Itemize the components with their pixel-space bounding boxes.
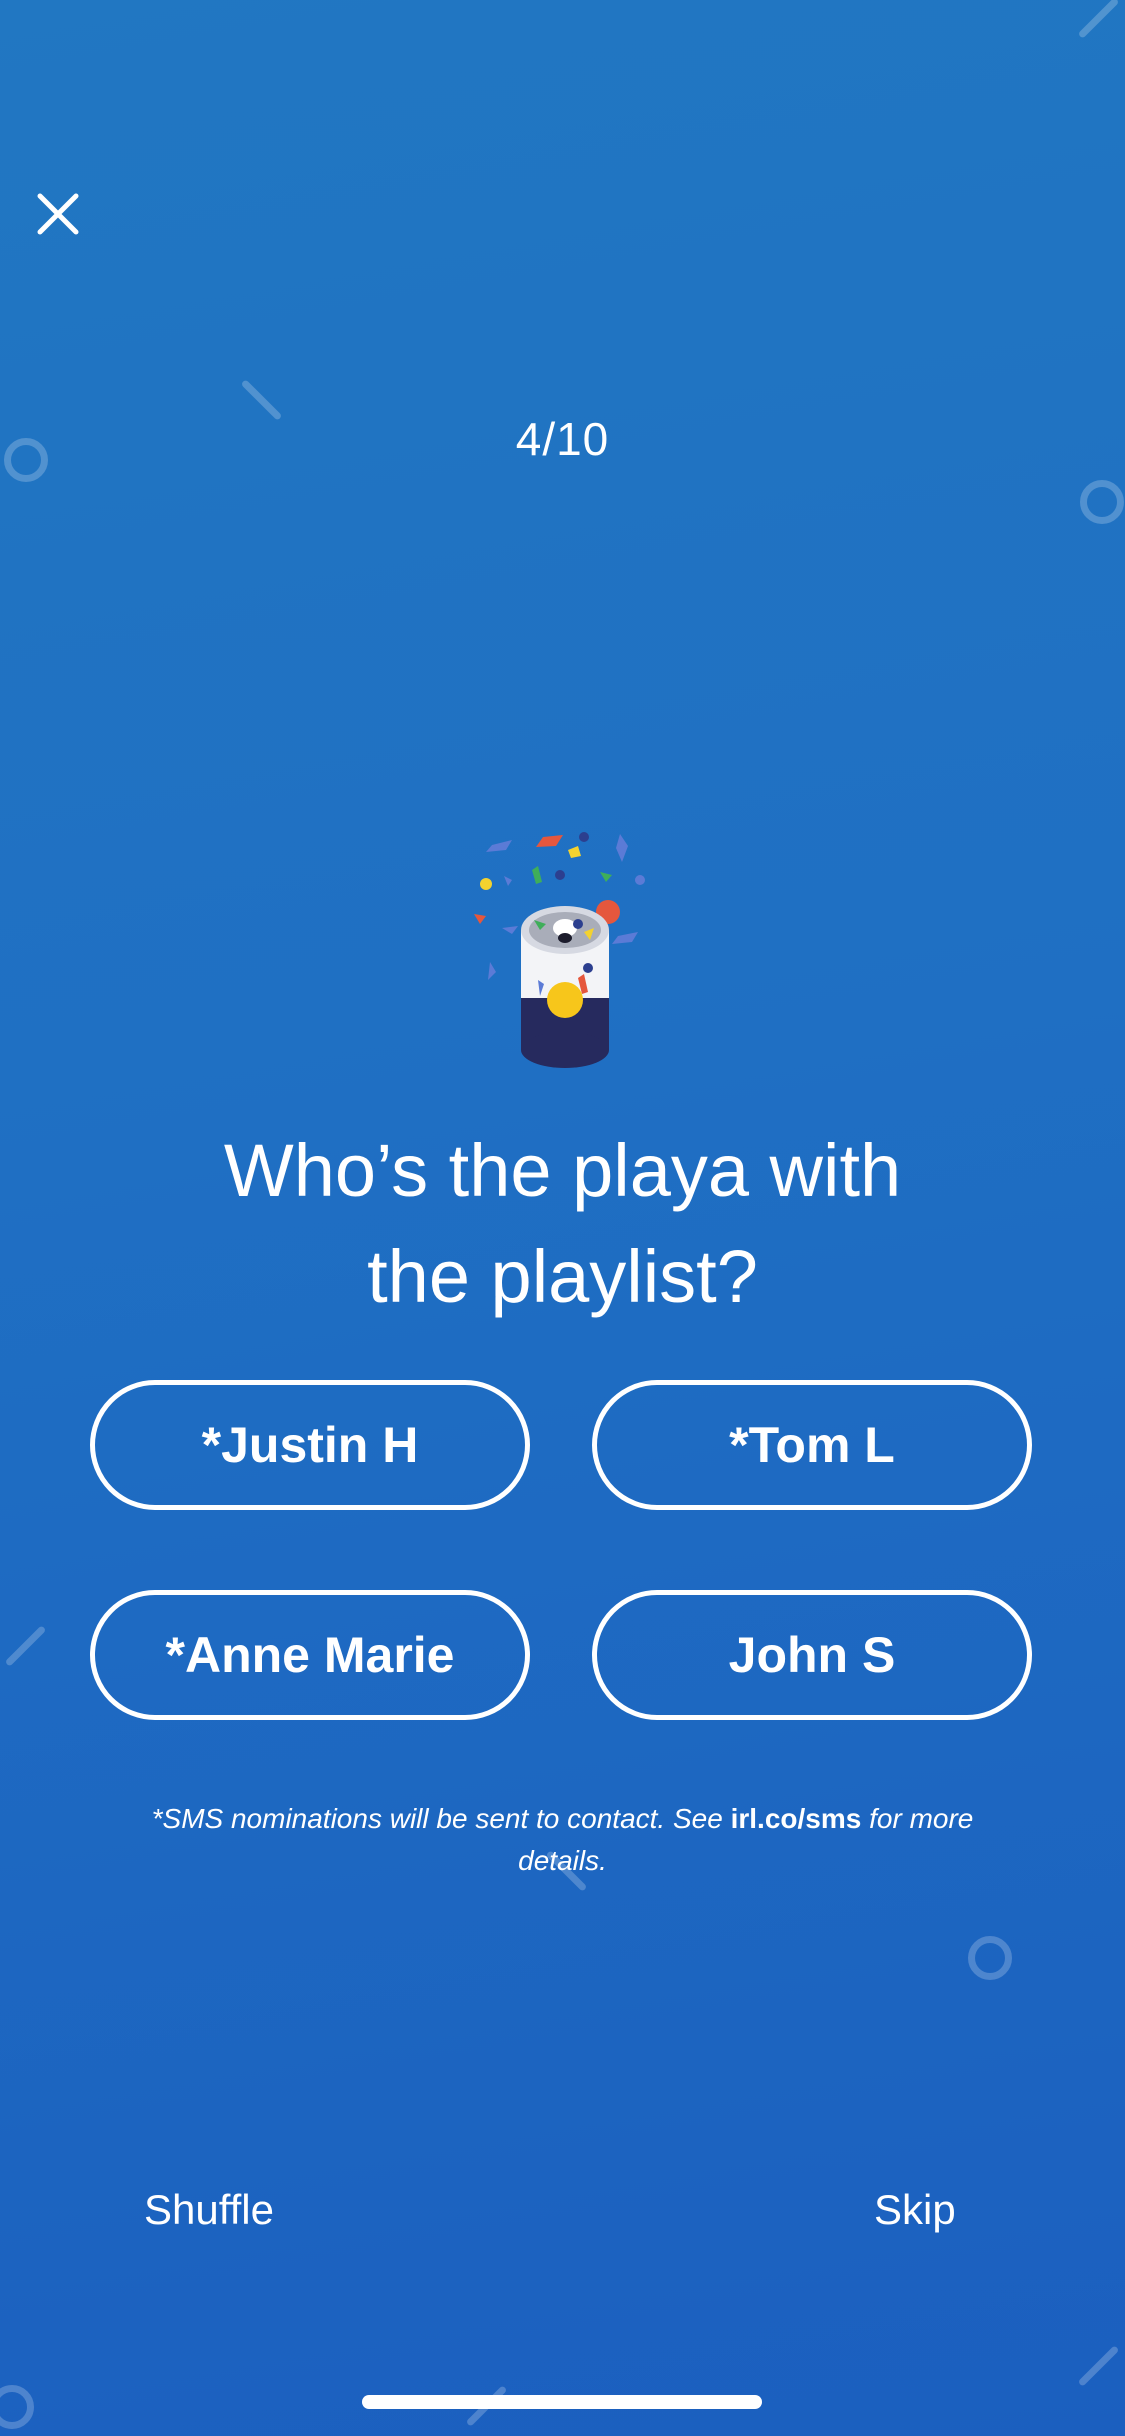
option-button-anne-marie[interactable]: *Anne Marie bbox=[90, 1590, 530, 1720]
option-button-john-s[interactable]: John S bbox=[592, 1590, 1032, 1720]
close-button[interactable] bbox=[28, 184, 88, 244]
option-label: *Anne Marie bbox=[165, 1627, 455, 1683]
disclaimer-prefix: *SMS nominations will be sent to contact… bbox=[151, 1803, 731, 1834]
deco-line bbox=[1077, 0, 1120, 39]
soda-can-confetti-icon bbox=[460, 820, 670, 1080]
deco-line bbox=[1077, 2345, 1120, 2387]
deco-ring bbox=[968, 1936, 1012, 1980]
question-line-2: the playlist? bbox=[367, 1235, 758, 1318]
sms-disclaimer: *SMS nominations will be sent to contact… bbox=[110, 1798, 1015, 1882]
option-label: *Tom L bbox=[729, 1417, 895, 1473]
deco-line bbox=[4, 1625, 47, 1667]
sms-info-link[interactable]: irl.co/sms bbox=[731, 1803, 862, 1834]
question-text: Who’s the playa with the playlist? bbox=[120, 1118, 1005, 1330]
option-button-justin-h[interactable]: *Justin H bbox=[90, 1380, 530, 1510]
question-line-1: Who’s the playa with bbox=[223, 1129, 902, 1212]
close-icon bbox=[37, 193, 79, 235]
option-label: *Justin H bbox=[201, 1417, 419, 1473]
deco-ring bbox=[0, 2385, 34, 2429]
option-label: John S bbox=[728, 1627, 896, 1683]
option-button-tom-l[interactable]: *Tom L bbox=[592, 1380, 1032, 1510]
question-progress: 4/10 bbox=[515, 413, 610, 465]
deco-ring bbox=[1080, 480, 1124, 524]
home-indicator[interactable] bbox=[362, 2395, 762, 2409]
skip-button[interactable]: Skip bbox=[874, 2186, 956, 2234]
shuffle-button[interactable]: Shuffle bbox=[144, 2186, 274, 2234]
